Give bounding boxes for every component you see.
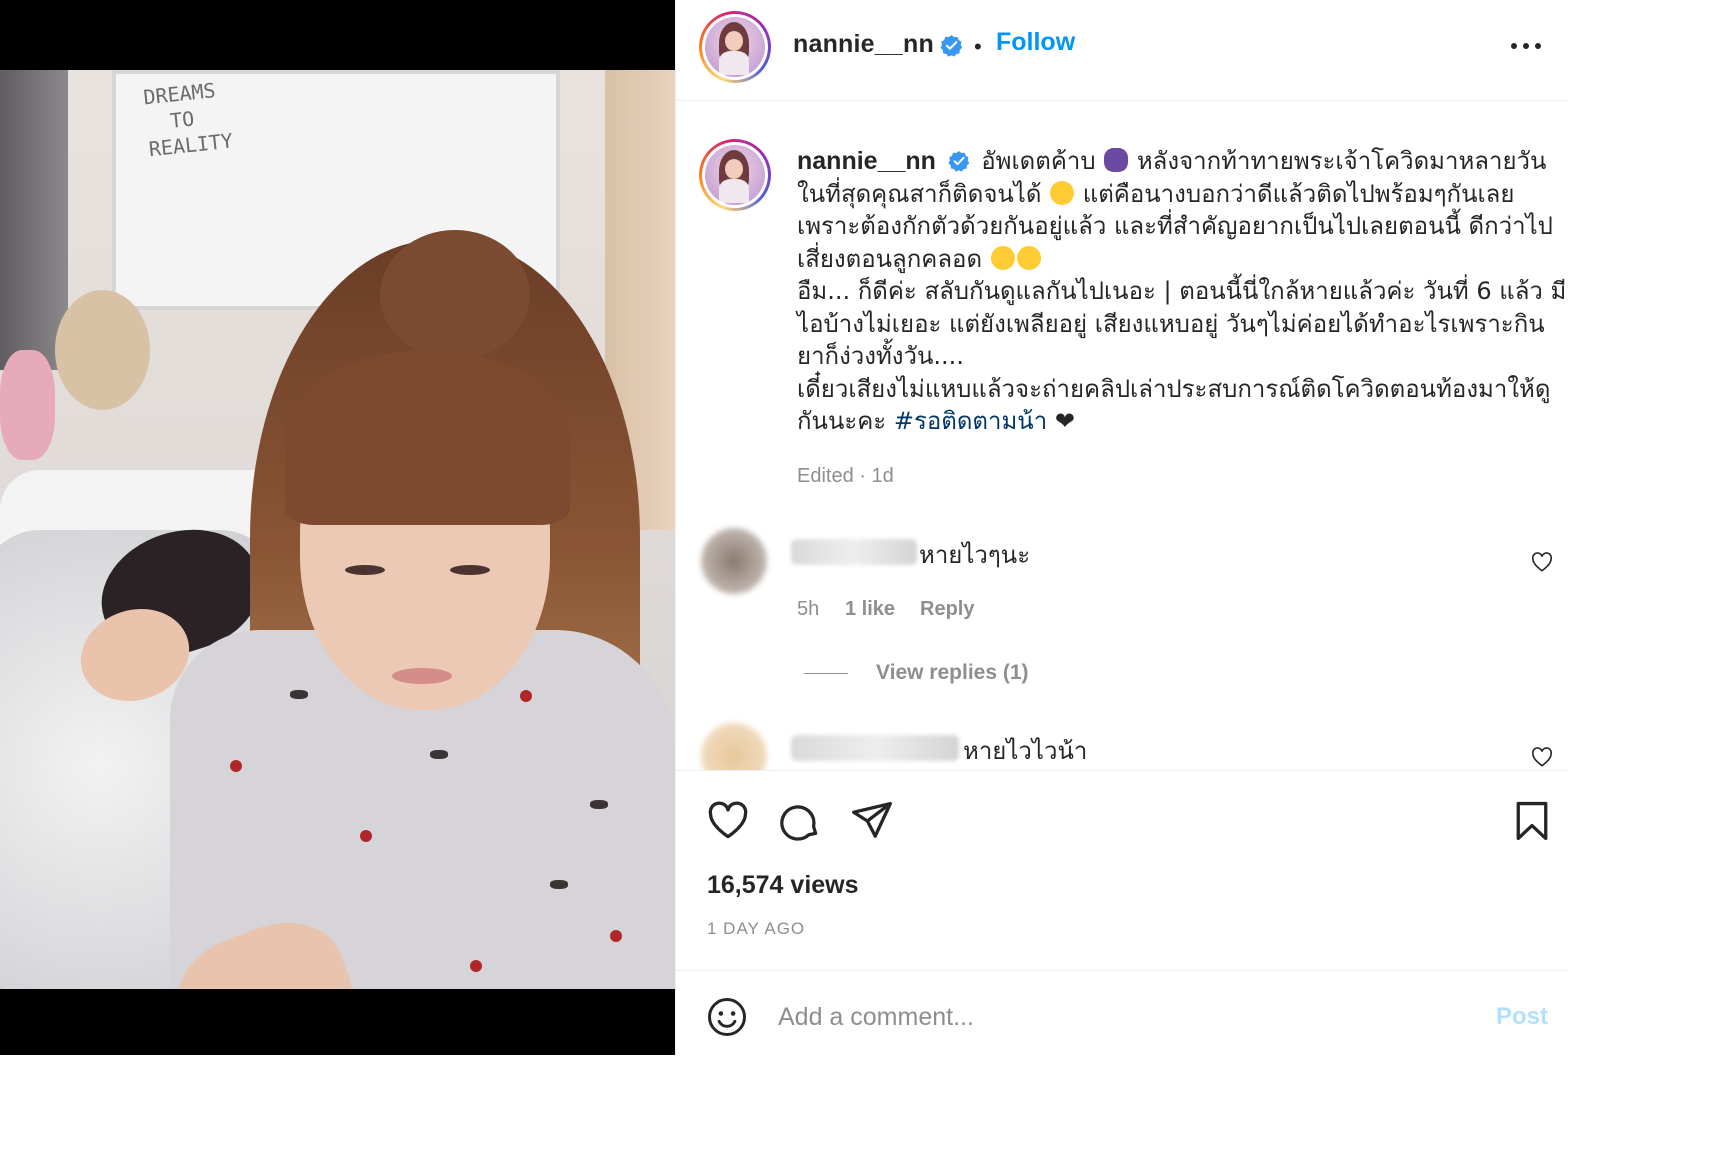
whiteboard-text: DREAMS TO REALITY <box>142 78 235 162</box>
post-header: nannie__nn • Follow <box>676 0 1569 101</box>
comment-composer: Post <box>676 971 1569 1055</box>
header-username[interactable]: nannie__nn <box>793 30 934 59</box>
follow-button[interactable]: Follow <box>996 28 1075 57</box>
share-icon[interactable] <box>850 799 894 843</box>
post-timestamp[interactable]: 1 DAY AGO <box>707 919 805 939</box>
caption-line: ยาก็ง่วงทั้งวัน.... <box>797 342 964 370</box>
pajama-print <box>230 760 242 772</box>
sweat-smile-emoji-icon <box>990 245 1015 270</box>
comment-text: หายไวไวน้า <box>963 737 1088 765</box>
scene-plush-toy <box>0 350 55 460</box>
post-caption: nannie__nn อัพเดตค้าบ หลังจากท้าทายพระเจ… <box>797 145 1567 438</box>
view-replies-button[interactable]: View replies (1) <box>876 661 1029 685</box>
comment-likes[interactable]: 1 like <box>845 598 895 621</box>
caption-line: แต่คือนางบอกว่าดีแล้วติดไปพร้อมๆกันเลย <box>1082 179 1515 208</box>
comment-avatar[interactable] <box>701 723 767 770</box>
view-count[interactable]: 16,574 views <box>707 871 859 900</box>
scene-curtain <box>0 70 68 370</box>
scene-lips <box>392 668 452 684</box>
bookmark-icon[interactable] <box>1510 799 1554 843</box>
pajama-print <box>470 960 482 972</box>
pajama-print <box>520 690 532 702</box>
pajama-print <box>550 880 568 889</box>
comment-username-blurred[interactable] <box>791 735 959 761</box>
header-separator: • <box>974 34 982 59</box>
edited-label: Edited · 1d <box>797 465 894 487</box>
pajama-print <box>360 830 372 842</box>
comment-time: 5h <box>797 598 820 620</box>
scene-teddy-bear <box>55 290 150 410</box>
more-icon[interactable] <box>1509 36 1543 56</box>
comment-like-heart-icon[interactable] <box>1531 552 1553 572</box>
comment-input[interactable] <box>778 998 1458 1036</box>
sweat-smile-emoji-icon <box>1050 180 1075 205</box>
caption-line: อืม... ก็ดีค่ะ สลับกันดูแลกันไปเนอะ | ตอ… <box>797 277 1567 305</box>
pajama-print <box>610 930 622 942</box>
pajama-print <box>290 690 308 699</box>
smile-icon[interactable] <box>706 996 748 1038</box>
caption-line: เดี๋ยวเสียงไม่แหบแล้วจะถ่ายคลิปเล่าประสบ… <box>797 374 1551 403</box>
caption-line: อัพเดตค้าบ <box>981 147 1096 175</box>
flushed-emoji-icon <box>1016 245 1041 270</box>
scene-eye <box>450 565 490 575</box>
reply-button[interactable]: Reply <box>920 598 974 621</box>
black-heart-emoji-icon: ❤ <box>1054 407 1075 435</box>
scene-eye <box>345 565 385 575</box>
comment-avatar[interactable] <box>701 528 767 594</box>
video-player[interactable]: DREAMS TO REALITY <box>0 70 675 989</box>
post-comment-button[interactable]: Post <box>1496 1003 1548 1031</box>
caption-line: ไอบ้างไม่เยอะ แต่ยังเพลียอยู่ เสียงแหบอย… <box>797 309 1545 338</box>
comment-icon[interactable] <box>778 799 822 843</box>
comment-text: หายไวๆนะ <box>919 541 1031 569</box>
post-media[interactable]: DREAMS TO REALITY <box>0 0 675 1055</box>
heart-icon[interactable] <box>706 799 750 843</box>
virus-emoji-icon <box>1104 148 1129 172</box>
caption-line: หลังจากท้าทายพระเจ้าโควิดมาหลายวัน <box>1136 147 1547 175</box>
view-replies-divider <box>804 673 848 674</box>
post-side-panel: nannie__nn • Follow nannie__nn อัพเดตค้า… <box>675 0 1569 1055</box>
caption-username[interactable]: nannie__nn <box>797 147 936 175</box>
caption-line: กันนะคะ <box>797 407 887 435</box>
scene-woman-bangs <box>285 350 570 525</box>
post-actions: 16,574 views 1 DAY AGO <box>676 771 1569 971</box>
comments-scroll-area[interactable]: nannie__nn อัพเดตค้าบ หลังจากท้าทายพระเจ… <box>676 101 1569 771</box>
verified-icon <box>948 151 969 172</box>
author-avatar[interactable] <box>699 11 771 83</box>
caption-hashtag[interactable]: #รอติดตามน้า <box>894 407 1047 435</box>
verified-icon <box>940 35 963 57</box>
comment-like-heart-icon[interactable] <box>1531 747 1553 767</box>
pajama-print <box>430 750 448 759</box>
caption-line: เสี่ยงตอนลูกคลอด <box>797 244 983 273</box>
comment-username-blurred[interactable] <box>791 539 917 565</box>
caption-avatar[interactable] <box>699 139 771 211</box>
scene-hair-bun <box>380 230 530 360</box>
pajama-print <box>590 800 608 809</box>
caption-line: เพราะต้องกักตัวด้วยกันอยู่แล้ว และที่สำค… <box>797 212 1553 240</box>
caption-line: ในที่สุดคุณสาก็ติดจนได้ <box>797 179 1042 208</box>
